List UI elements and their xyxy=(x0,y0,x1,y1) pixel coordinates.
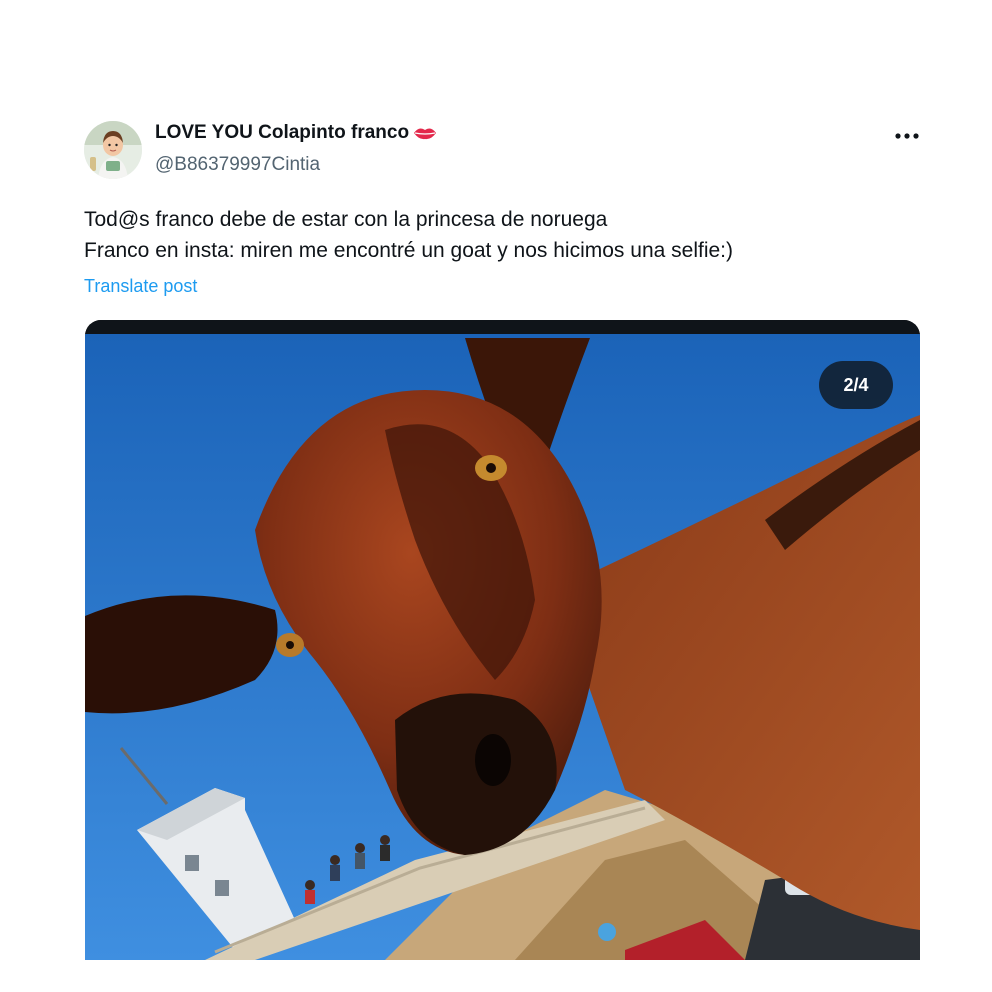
post-text-line: Franco en insta: miren me encontré un go… xyxy=(84,239,733,262)
author-handle[interactable]: @B86379997Cintia xyxy=(155,154,320,176)
translate-post-link[interactable]: Translate post xyxy=(84,276,197,297)
post-text-line: Tod@s franco debe de estar con la prince… xyxy=(84,208,608,231)
goat-selfie-photo xyxy=(85,320,920,960)
post-media-image[interactable]: 2/4 xyxy=(85,320,920,960)
post-text: Tod@s franco debe de estar con la prince… xyxy=(84,204,924,266)
more-options-button[interactable] xyxy=(888,124,926,148)
tweet-card: LOVE YOU Colapinto franco @B86379997Cint… xyxy=(0,0,992,992)
lips-icon xyxy=(413,125,437,141)
display-name-text: LOVE YOU Colapinto franco xyxy=(155,122,410,143)
avatar[interactable] xyxy=(84,121,142,179)
more-icon xyxy=(895,133,919,139)
display-name[interactable]: LOVE YOU Colapinto franco xyxy=(155,122,437,144)
media-counter-badge: 2/4 xyxy=(819,361,893,409)
